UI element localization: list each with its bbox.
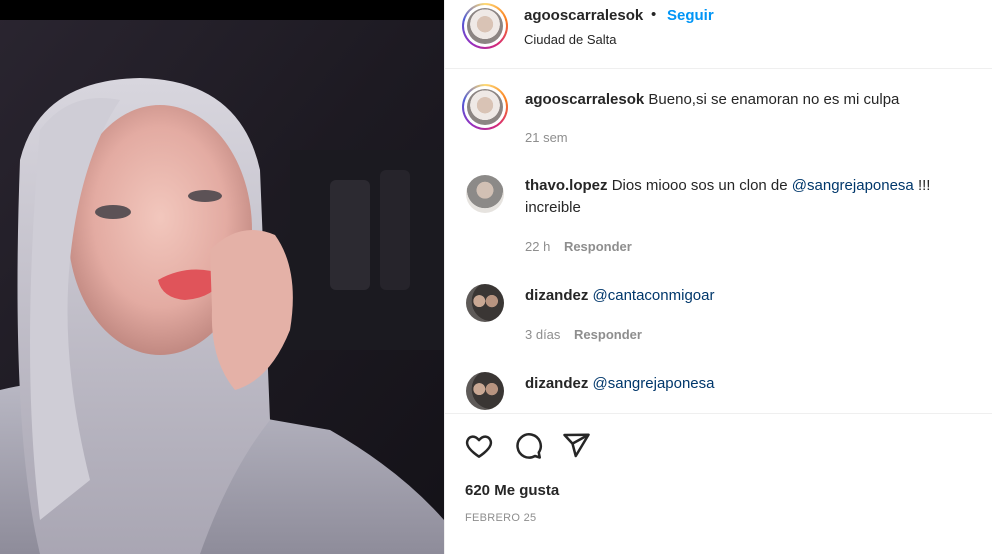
caption-body: Bueno,si se enamoran no es mi culpa [648, 91, 900, 108]
caption-time[interactable]: 21 sem [525, 130, 568, 145]
comment-mention[interactable]: @sangrejaponesa [792, 177, 914, 194]
comment-meta: 22 h Responder [525, 239, 632, 254]
comment-text: dizandez @cantaconmigoar [525, 285, 985, 307]
author-avatar[interactable] [462, 3, 508, 49]
comment-mention[interactable]: @cantaconmigoar [593, 287, 715, 304]
comment-text: dizandez @sangrejaponesa [525, 373, 985, 395]
likes-count[interactable]: 620 Me gusta [465, 482, 559, 499]
post-date: FEBRERO 25 [465, 512, 537, 524]
comment-username[interactable]: dizandez [525, 287, 588, 304]
comment-icon[interactable] [513, 431, 543, 461]
comment-avatar[interactable] [466, 175, 504, 213]
comment-mention[interactable]: @sangrejaponesa [593, 375, 715, 392]
comment-body: Dios miooo sos un clon de [611, 177, 788, 194]
post-header: agooscarralesok • Seguir Ciudad de Salta [445, 0, 992, 69]
caption-meta: 21 sem [525, 130, 568, 145]
reply-button[interactable]: Responder [574, 327, 642, 342]
comments-list[interactable]: agooscarralesok Bueno,si se enamoran no … [445, 70, 992, 413]
follow-button[interactable]: Seguir [667, 7, 714, 24]
comment-username[interactable]: dizandez [525, 375, 588, 392]
comment-time[interactable]: 3 días [525, 327, 560, 342]
caption-avatar[interactable] [462, 84, 508, 130]
post-photo-image [0, 0, 444, 554]
post-actions: 620 Me gusta FEBRERO 25 [445, 413, 992, 554]
caption-username[interactable]: agooscarralesok [525, 91, 644, 108]
comment-meta: 3 días Responder [525, 327, 642, 342]
post-side-panel: agooscarralesok • Seguir Ciudad de Salta… [444, 0, 992, 554]
reply-button[interactable]: Responder [564, 239, 632, 254]
comment-body-end: !!! [917, 177, 931, 194]
author-username[interactable]: agooscarralesok [524, 7, 643, 24]
comment-time[interactable]: 22 h [525, 239, 550, 254]
comment-text: thavo.lopez Dios miooo sos un clon de @s… [525, 175, 985, 219]
heart-icon[interactable] [464, 431, 494, 461]
comment-body-line2: increible [525, 199, 581, 216]
comment-avatar[interactable] [466, 372, 504, 410]
location-link[interactable]: Ciudad de Salta [524, 32, 617, 47]
caption-text: agooscarralesok Bueno,si se enamoran no … [525, 89, 985, 111]
share-icon[interactable] [561, 431, 591, 461]
comment-avatar[interactable] [466, 284, 504, 322]
post-photo[interactable] [0, 0, 444, 554]
separator-dot: • [651, 6, 657, 23]
comment-username[interactable]: thavo.lopez [525, 177, 608, 194]
